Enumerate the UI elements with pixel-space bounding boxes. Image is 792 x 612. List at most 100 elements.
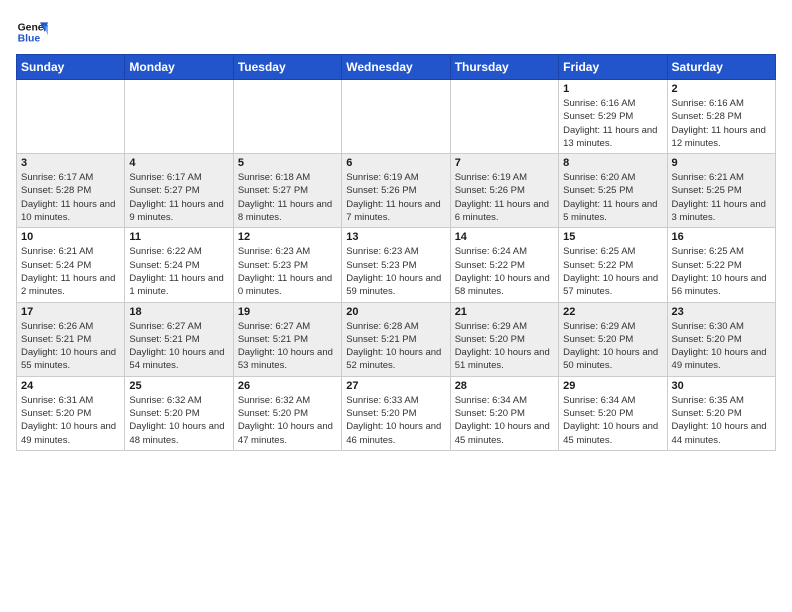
day-number: 23 bbox=[672, 306, 771, 318]
day-info: Sunrise: 6:23 AM Sunset: 5:23 PM Dayligh… bbox=[238, 245, 337, 298]
day-info: Sunrise: 6:31 AM Sunset: 5:20 PM Dayligh… bbox=[21, 394, 120, 447]
day-number: 22 bbox=[563, 306, 662, 318]
calendar-cell: 12 Sunrise: 6:23 AM Sunset: 5:23 PM Dayli… bbox=[233, 228, 341, 302]
svg-text:Blue: Blue bbox=[18, 34, 41, 45]
day-info: Sunrise: 6:32 AM Sunset: 5:20 PM Dayligh… bbox=[238, 394, 337, 447]
day-number: 2 bbox=[672, 83, 771, 95]
header: General Blue bbox=[16, 16, 776, 48]
calendar-cell: 30 Sunrise: 6:35 AM Sunset: 5:20 PM Dayli… bbox=[667, 376, 775, 450]
calendar-cell: 17 Sunrise: 6:26 AM Sunset: 5:21 PM Dayli… bbox=[17, 302, 125, 376]
day-number: 6 bbox=[346, 157, 445, 169]
calendar-cell: 9 Sunrise: 6:21 AM Sunset: 5:25 PM Daylig… bbox=[667, 154, 775, 228]
weekday-header-monday: Monday bbox=[125, 55, 233, 80]
day-number: 10 bbox=[21, 231, 120, 243]
day-number: 1 bbox=[563, 83, 662, 95]
day-number: 27 bbox=[346, 380, 445, 392]
day-info: Sunrise: 6:25 AM Sunset: 5:22 PM Dayligh… bbox=[563, 245, 662, 298]
day-number: 24 bbox=[21, 380, 120, 392]
day-number: 26 bbox=[238, 380, 337, 392]
day-number: 4 bbox=[129, 157, 228, 169]
day-number: 18 bbox=[129, 306, 228, 318]
weekday-header-friday: Friday bbox=[559, 55, 667, 80]
calendar-cell: 19Sunrise: 6:27 AM Sunset: 5:21 PM Dayli… bbox=[233, 302, 341, 376]
calendar-cell: 22 Sunrise: 6:29 AM Sunset: 5:20 PM Dayli… bbox=[559, 302, 667, 376]
day-number: 13 bbox=[346, 231, 445, 243]
calendar-cell: 24 Sunrise: 6:31 AM Sunset: 5:20 PM Dayli… bbox=[17, 376, 125, 450]
day-number: 20 bbox=[346, 306, 445, 318]
day-info: Sunrise: 6:30 AM Sunset: 5:20 PM Dayligh… bbox=[672, 320, 771, 373]
calendar-cell: 4 Sunrise: 6:17 AM Sunset: 5:27 PM Daylig… bbox=[125, 154, 233, 228]
day-number: 7 bbox=[455, 157, 554, 169]
day-info: Sunrise: 6:27 AM Sunset: 5:21 PM Dayligh… bbox=[129, 320, 228, 373]
calendar-cell: 15 Sunrise: 6:25 AM Sunset: 5:22 PM Dayli… bbox=[559, 228, 667, 302]
day-number: 14 bbox=[455, 231, 554, 243]
calendar-cell: 7 Sunrise: 6:19 AM Sunset: 5:26 PM Daylig… bbox=[450, 154, 558, 228]
day-number: 19 bbox=[238, 306, 337, 318]
day-info: Sunrise: 6:35 AM Sunset: 5:20 PM Dayligh… bbox=[672, 394, 771, 447]
day-info: Sunrise: 6:16 AM Sunset: 5:28 PM Dayligh… bbox=[672, 97, 771, 150]
day-number: 30 bbox=[672, 380, 771, 392]
calendar-cell: 6 Sunrise: 6:19 AM Sunset: 5:26 PM Daylig… bbox=[342, 154, 450, 228]
calendar-cell: 1 Sunrise: 6:16 AM Sunset: 5:29 PM Daylig… bbox=[559, 80, 667, 154]
day-number: 29 bbox=[563, 380, 662, 392]
day-number: 12 bbox=[238, 231, 337, 243]
calendar-cell: 2 Sunrise: 6:16 AM Sunset: 5:28 PM Daylig… bbox=[667, 80, 775, 154]
day-info: Sunrise: 6:22 AM Sunset: 5:24 PM Dayligh… bbox=[129, 245, 228, 298]
calendar-cell: 29 Sunrise: 6:34 AM Sunset: 5:20 PM Dayli… bbox=[559, 376, 667, 450]
day-number: 3 bbox=[21, 157, 120, 169]
day-info: Sunrise: 6:28 AM Sunset: 5:21 PM Dayligh… bbox=[346, 320, 445, 373]
calendar-cell bbox=[450, 80, 558, 154]
weekday-header-saturday: Saturday bbox=[667, 55, 775, 80]
day-number: 28 bbox=[455, 380, 554, 392]
logo: General Blue bbox=[16, 16, 52, 48]
calendar-cell: 27 Sunrise: 6:33 AM Sunset: 5:20 PM Dayli… bbox=[342, 376, 450, 450]
calendar-table: SundayMondayTuesdayWednesdayThursdayFrid… bbox=[16, 54, 776, 451]
day-info: Sunrise: 6:21 AM Sunset: 5:24 PM Dayligh… bbox=[21, 245, 120, 298]
day-info: Sunrise: 6:16 AM Sunset: 5:29 PM Dayligh… bbox=[563, 97, 662, 150]
day-info: Sunrise: 6:21 AM Sunset: 5:25 PM Dayligh… bbox=[672, 171, 771, 224]
weekday-header-sunday: Sunday bbox=[17, 55, 125, 80]
day-number: 16 bbox=[672, 231, 771, 243]
calendar-cell bbox=[125, 80, 233, 154]
day-info: Sunrise: 6:25 AM Sunset: 5:22 PM Dayligh… bbox=[672, 245, 771, 298]
day-number: 17 bbox=[21, 306, 120, 318]
day-number: 8 bbox=[563, 157, 662, 169]
day-number: 5 bbox=[238, 157, 337, 169]
calendar-cell bbox=[17, 80, 125, 154]
day-info: Sunrise: 6:32 AM Sunset: 5:20 PM Dayligh… bbox=[129, 394, 228, 447]
day-info: Sunrise: 6:33 AM Sunset: 5:20 PM Dayligh… bbox=[346, 394, 445, 447]
day-info: Sunrise: 6:23 AM Sunset: 5:23 PM Dayligh… bbox=[346, 245, 445, 298]
weekday-header-thursday: Thursday bbox=[450, 55, 558, 80]
day-info: Sunrise: 6:34 AM Sunset: 5:20 PM Dayligh… bbox=[455, 394, 554, 447]
calendar-cell: 16 Sunrise: 6:25 AM Sunset: 5:22 PM Dayli… bbox=[667, 228, 775, 302]
calendar-cell: 20 Sunrise: 6:28 AM Sunset: 5:21 PM Dayli… bbox=[342, 302, 450, 376]
calendar-cell: 28 Sunrise: 6:34 AM Sunset: 5:20 PM Dayli… bbox=[450, 376, 558, 450]
day-info: Sunrise: 6:17 AM Sunset: 5:28 PM Dayligh… bbox=[21, 171, 120, 224]
day-number: 9 bbox=[672, 157, 771, 169]
weekday-header-tuesday: Tuesday bbox=[233, 55, 341, 80]
calendar-cell: 8 Sunrise: 6:20 AM Sunset: 5:25 PM Daylig… bbox=[559, 154, 667, 228]
day-info: Sunrise: 6:29 AM Sunset: 5:20 PM Dayligh… bbox=[563, 320, 662, 373]
calendar-cell: 10 Sunrise: 6:21 AM Sunset: 5:24 PM Dayli… bbox=[17, 228, 125, 302]
day-number: 21 bbox=[455, 306, 554, 318]
logo-icon: General Blue bbox=[16, 16, 48, 48]
day-number: 11 bbox=[129, 231, 228, 243]
day-info: Sunrise: 6:26 AM Sunset: 5:21 PM Dayligh… bbox=[21, 320, 120, 373]
calendar-cell: 5 Sunrise: 6:18 AM Sunset: 5:27 PM Daylig… bbox=[233, 154, 341, 228]
day-info: Sunrise: 6:19 AM Sunset: 5:26 PM Dayligh… bbox=[346, 171, 445, 224]
calendar-cell: 25 Sunrise: 6:32 AM Sunset: 5:20 PM Dayli… bbox=[125, 376, 233, 450]
calendar-cell: 14Sunrise: 6:24 AM Sunset: 5:22 PM Dayli… bbox=[450, 228, 558, 302]
day-info: Sunrise: 6:20 AM Sunset: 5:25 PM Dayligh… bbox=[563, 171, 662, 224]
calendar-cell: 11 Sunrise: 6:22 AM Sunset: 5:24 PM Dayli… bbox=[125, 228, 233, 302]
day-number: 25 bbox=[129, 380, 228, 392]
calendar-cell: 18 Sunrise: 6:27 AM Sunset: 5:21 PM Dayli… bbox=[125, 302, 233, 376]
day-info: Sunrise: 6:19 AM Sunset: 5:26 PM Dayligh… bbox=[455, 171, 554, 224]
calendar-cell bbox=[342, 80, 450, 154]
day-info: Sunrise: 6:18 AM Sunset: 5:27 PM Dayligh… bbox=[238, 171, 337, 224]
day-info: Sunrise: 6:34 AM Sunset: 5:20 PM Dayligh… bbox=[563, 394, 662, 447]
day-number: 15 bbox=[563, 231, 662, 243]
day-info: Sunrise: 6:17 AM Sunset: 5:27 PM Dayligh… bbox=[129, 171, 228, 224]
calendar-cell: 23 Sunrise: 6:30 AM Sunset: 5:20 PM Dayli… bbox=[667, 302, 775, 376]
calendar-cell bbox=[233, 80, 341, 154]
calendar-cell: 21Sunrise: 6:29 AM Sunset: 5:20 PM Dayli… bbox=[450, 302, 558, 376]
